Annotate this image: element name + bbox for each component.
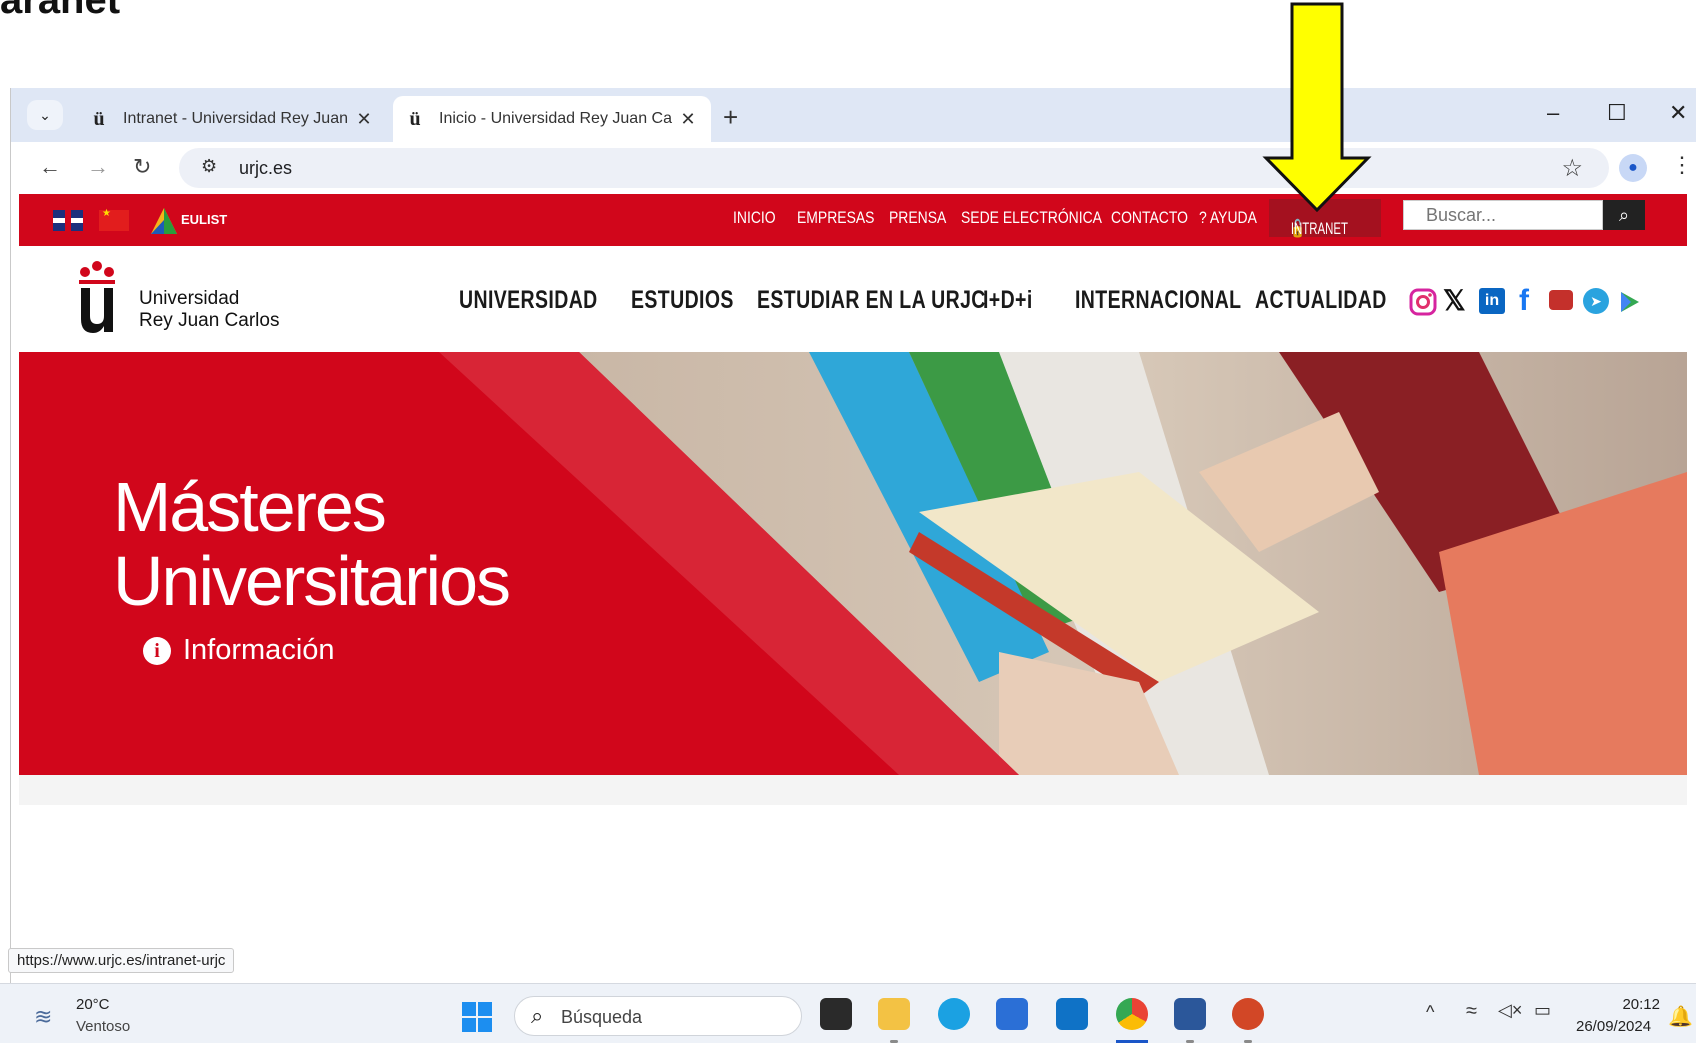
notification-bell-icon[interactable]: 🔔 [1668, 1004, 1693, 1029]
tab-close-icon[interactable]: ✕ [677, 109, 699, 130]
mainnav-internacional[interactable]: INTERNACIONAL [1075, 286, 1241, 315]
minimize-button[interactable]: – [1547, 100, 1559, 126]
powerpoint-icon[interactable] [1232, 998, 1264, 1030]
hero-title[interactable]: Másteres Universitarios [113, 468, 511, 620]
china-flag-icon[interactable] [99, 208, 129, 231]
urjc-favicon-icon: ü [93, 107, 105, 130]
address-bar[interactable]: ⚙ urjc.es ☆ [179, 148, 1609, 188]
logo-text-line2: Rey Juan Carlos [139, 310, 280, 331]
tab-intranet[interactable]: ü Intranet - Universidad Rey Juan ✕ [77, 96, 387, 142]
maximize-button[interactable]: ☐ [1607, 100, 1627, 126]
tab-inicio[interactable]: ü Inicio - Universidad Rey Juan Ca ✕ [393, 96, 711, 142]
eulist-label[interactable]: EULIST [181, 212, 227, 227]
intranet-label: INTRANET [1290, 219, 1348, 238]
file-explorer-icon[interactable] [878, 998, 910, 1030]
site-settings-icon[interactable]: ⚙ [201, 156, 217, 177]
battery-icon[interactable]: ▭ [1534, 1000, 1551, 1021]
topnav-contacto[interactable]: CONTACTO [1111, 208, 1188, 232]
hero-title-line2: Universitarios [113, 542, 511, 620]
mainnav-estudios[interactable]: ESTUDIOS [631, 286, 734, 315]
forward-arrow-icon[interactable]: → [87, 154, 109, 180]
topnav-empresas[interactable]: EMPRESAS [797, 208, 874, 232]
volume-muted-icon[interactable]: ◁× [1498, 1000, 1522, 1021]
store-icon[interactable] [996, 998, 1028, 1030]
play-icon[interactable] [1619, 290, 1641, 314]
mainnav-actualidad[interactable]: ACTUALIDAD [1255, 286, 1387, 315]
wifi-icon[interactable]: ≈ [1466, 1000, 1477, 1023]
mainnav-estudiar-en-la-urjc[interactable]: ESTUDIAR EN LA URJC [757, 286, 986, 315]
urjc-favicon-icon: ü [409, 107, 421, 130]
clock-date[interactable]: 26/09/2024 [1576, 1018, 1651, 1035]
new-tab-button[interactable]: + [723, 102, 738, 133]
urjc-logo-icon[interactable] [77, 260, 117, 336]
hero-info-link[interactable]: i Información [143, 634, 335, 667]
tab-search-button[interactable]: ⌄ [27, 100, 63, 130]
tab-strip: ⌄ ü Intranet - Universidad Rey Juan ✕ ü … [11, 88, 1696, 142]
x-icon[interactable]: 𝕏 [1443, 284, 1466, 317]
uk-flag-icon[interactable] [53, 210, 83, 231]
yellow-arrow-annotation [1262, 2, 1372, 212]
back-arrow-icon[interactable]: ← [39, 154, 61, 180]
browser-window: ⌄ ü Intranet - Universidad Rey Juan ✕ ü … [10, 88, 1696, 983]
topnav-sede-electronica[interactable]: SEDE ELECTRÓNICA [961, 208, 1102, 232]
content-area [19, 775, 1687, 983]
hero-info-label: Información [183, 634, 335, 666]
link-status-tooltip: https://www.urjc.es/intranet-urjc [8, 948, 235, 973]
bookmark-star-icon[interactable]: ☆ [1561, 154, 1583, 183]
help-label: AYUDA [1209, 208, 1257, 227]
cropped-heading: aranet [0, 0, 121, 22]
outlook-icon[interactable] [1056, 998, 1088, 1030]
topnav-inicio[interactable]: INICIO [733, 208, 776, 232]
tab-close-icon[interactable]: ✕ [353, 109, 375, 130]
mainnav-idi[interactable]: I+D+i [983, 286, 1033, 315]
task-view-icon[interactable] [820, 998, 852, 1030]
tab-title: Intranet - Universidad Rey Juan [123, 110, 348, 127]
facebook-icon[interactable]: f [1519, 284, 1529, 318]
mainnav-universidad[interactable]: UNIVERSIDAD [459, 286, 598, 315]
instagram-icon[interactable] [1409, 288, 1437, 316]
close-window-button[interactable]: ✕ [1669, 100, 1687, 126]
web-page: EULIST INICIO EMPRESAS PRENSA SEDE ELECT… [19, 194, 1687, 983]
search-icon[interactable]: ⌕ [1603, 200, 1645, 230]
main-header: Universidad Rey Juan Carlos UNIVERSIDAD … [19, 246, 1687, 352]
info-icon: i [143, 636, 171, 665]
taskbar-search-label: Búsqueda [561, 1007, 643, 1027]
section-divider [19, 775, 1687, 805]
clock-time[interactable]: 20:12 [1620, 996, 1660, 1013]
word-icon[interactable] [1174, 998, 1206, 1030]
browser-menu-icon[interactable]: ⋮ [1671, 152, 1693, 178]
hero-title-line1: Másteres [113, 468, 387, 546]
windows-start-icon[interactable] [462, 1002, 492, 1032]
tab-title: Inicio - Universidad Rey Juan Ca [439, 110, 672, 127]
university-name[interactable]: Universidad Rey Juan Carlos [139, 288, 279, 332]
edge-icon[interactable] [938, 998, 970, 1030]
linkedin-icon[interactable]: in [1479, 288, 1505, 314]
address-url[interactable]: urjc.es [239, 158, 292, 179]
site-search-input[interactable] [1403, 200, 1603, 230]
tray-chevron-up-icon[interactable]: ^ [1426, 1002, 1434, 1023]
browser-toolbar: ← → ↻ ⚙ urjc.es ☆ ● ⋮ [11, 142, 1696, 194]
profile-avatar-icon[interactable]: ● [1619, 154, 1647, 182]
youtube-icon[interactable] [1549, 290, 1573, 310]
utility-bar: EULIST INICIO EMPRESAS PRENSA SEDE ELECT… [19, 194, 1687, 246]
eulist-logo-icon[interactable] [149, 206, 179, 236]
taskbar-search[interactable]: ⌕ Búsqueda [514, 996, 802, 1036]
reload-icon[interactable]: ↻ [133, 154, 151, 180]
topnav-prensa[interactable]: PRENSA [889, 208, 946, 232]
search-icon: ⌕ [531, 1003, 544, 1028]
weather-temperature[interactable]: 20°C [76, 996, 110, 1013]
windows-taskbar: ≋ 20°C Ventoso ⌕ Búsqueda ^ ≈ ◁× ▭ 20:12… [0, 983, 1696, 1043]
weather-description[interactable]: Ventoso [76, 1018, 130, 1035]
help-icon: ? [1199, 208, 1207, 227]
telegram-icon[interactable]: ➤ [1583, 288, 1609, 314]
hero-banner[interactable]: Másteres Universitarios i Información [19, 352, 1687, 775]
screenshot-top-edge: aranet [0, 0, 1696, 88]
chrome-icon[interactable] [1116, 998, 1148, 1030]
wind-weather-icon[interactable]: ≋ [34, 1004, 52, 1030]
topnav-ayuda[interactable]: ? AYUDA [1199, 208, 1257, 232]
logo-text-line1: Universidad [139, 288, 240, 309]
